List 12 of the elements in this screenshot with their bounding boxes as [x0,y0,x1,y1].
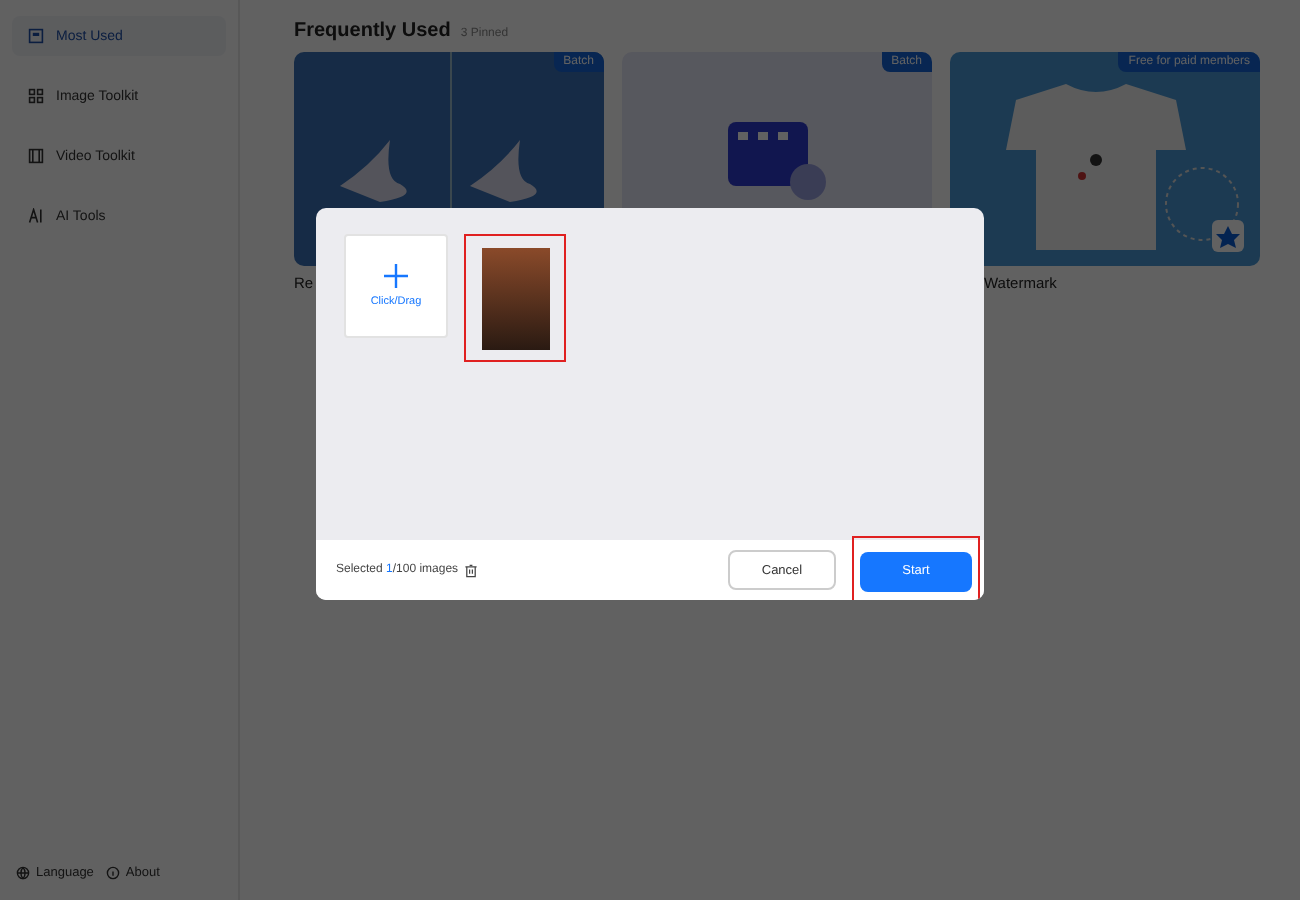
plus-icon [384,264,408,288]
film-drawing [727,122,827,202]
ai-icon [28,208,44,224]
film-icon [28,148,44,164]
info-icon [105,866,120,880]
photo-placeholder [482,248,550,350]
trash-icon[interactable] [464,563,479,577]
image-thumbnail[interactable] [464,234,566,362]
document-icon [28,28,44,44]
section-title: Frequently Used [294,20,451,42]
globe-icon [16,866,30,880]
grid-icon [28,88,44,104]
